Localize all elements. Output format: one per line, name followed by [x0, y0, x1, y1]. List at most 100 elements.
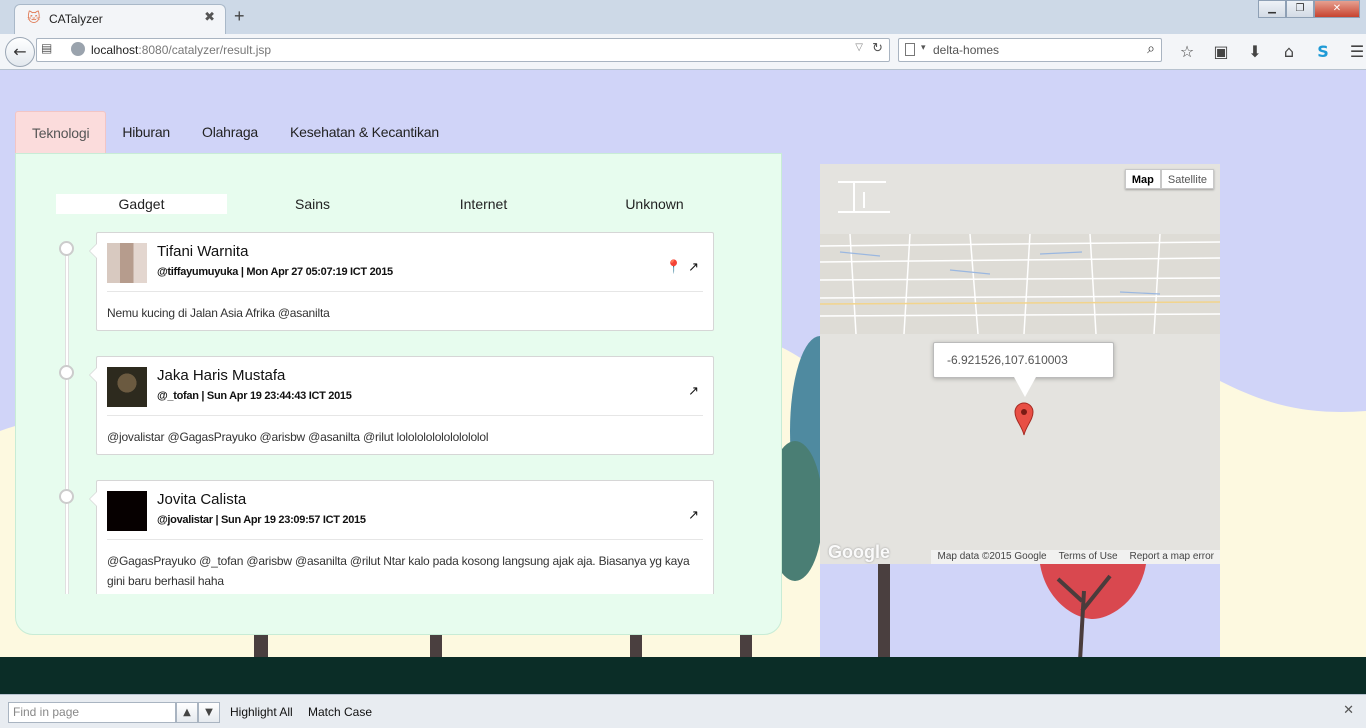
highlight-all-toggle[interactable]: Highlight All: [230, 705, 293, 719]
map-type-satellite-button[interactable]: Satellite: [1160, 169, 1214, 189]
tab-teknologi[interactable]: Teknologi: [15, 111, 107, 153]
avatar[interactable]: [107, 243, 147, 283]
browser-titlebar: 🐱 CATalyzer ✖ + ▁ ❐ ✕: [0, 0, 1366, 34]
google-logo[interactable]: Google: [828, 542, 890, 563]
divider: [107, 539, 703, 540]
external-link-icon[interactable]: ↗: [688, 384, 699, 399]
window-controls: ▁ ❐ ✕: [1258, 0, 1360, 20]
url-text[interactable]: localhost:8080/catalyzer/result.jsp: [91, 43, 271, 57]
search-icon[interactable]: ⌕: [1147, 41, 1155, 57]
tab-title: CATalyzer: [49, 12, 103, 26]
tweet-pointer: [89, 367, 97, 383]
maximize-button[interactable]: ❐: [1286, 0, 1314, 18]
external-link-icon[interactable]: ↗: [688, 260, 699, 275]
tab-hiburan[interactable]: Hiburan: [106, 111, 186, 153]
external-link-icon[interactable]: ↗: [688, 508, 699, 523]
map-attribution: Map data ©2015 Google Terms of Use Repor…: [931, 550, 1220, 564]
back-button[interactable]: ←: [5, 37, 35, 67]
tweet-card: Jaka Haris Mustafa @_tofan | Sun Apr 19 …: [59, 356, 714, 455]
reading-list-icon[interactable]: ▣: [1204, 40, 1238, 64]
tweet-text: @GagasPrayuko @_tofan @arisbw @asanilta …: [107, 554, 690, 588]
tweet-meta: @tiffayumuyuka | Mon Apr 27 05:07:19 ICT…: [157, 266, 393, 278]
home-icon[interactable]: ⌂: [1272, 40, 1306, 64]
web-page: Teknologi Hiburan Olahraga Kesehatan & K…: [0, 71, 1366, 694]
tab-kesehatan-kecantikan[interactable]: Kesehatan & Kecantikan: [274, 111, 455, 153]
globe-icon: [71, 42, 85, 56]
ground-strip: [0, 657, 1366, 694]
tweet-card: Jovita Calista @jovalistar | Sun Apr 19 …: [59, 480, 714, 594]
location-pin-icon[interactable]: 📍: [666, 260, 682, 275]
tweet-card: Tifani Warnita @tiffayumuyuka | Mon Apr …: [59, 232, 714, 331]
timeline-dot: [59, 365, 74, 380]
close-window-button[interactable]: ✕: [1314, 0, 1360, 18]
reload-icon[interactable]: ↻: [872, 41, 883, 56]
browser-navbar: ← ▤ localhost:8080/catalyzer/result.jsp …: [0, 34, 1366, 70]
back-arrow-icon: ←: [13, 42, 27, 61]
find-next-button[interactable]: ▼: [198, 702, 220, 723]
divider: [107, 415, 703, 416]
url-bar[interactable]: ▤ localhost:8080/catalyzer/result.jsp ▽ …: [36, 38, 890, 62]
search-engine-icon[interactable]: [905, 43, 915, 56]
map-data-credit: Map data ©2015 Google: [937, 551, 1047, 562]
tweet-author-name: Jaka Haris Mustafa: [157, 367, 286, 384]
bookmark-star-icon[interactable]: ☆: [1170, 40, 1204, 64]
minimize-button[interactable]: ▁: [1258, 0, 1286, 18]
sub-tabs: Gadget Sains Internet Unknown: [56, 194, 740, 214]
tweet-actions: ↗: [688, 384, 699, 399]
subtab-gadget[interactable]: Gadget: [56, 194, 227, 214]
cat-favicon-icon: 🐱: [27, 11, 41, 26]
tweet-text: Nemu kucing di Jalan Asia Afrika @asanil…: [107, 306, 330, 320]
menu-icon[interactable]: ☰: [1340, 40, 1366, 64]
tab-close-icon[interactable]: ✖: [204, 10, 215, 25]
library-icon[interactable]: ▤: [41, 41, 52, 55]
subtab-unknown[interactable]: Unknown: [569, 194, 740, 214]
tweet-author-name: Jovita Calista: [157, 491, 247, 508]
browser-tab[interactable]: 🐱 CATalyzer ✖: [14, 4, 226, 34]
map-footer: Google Map data ©2015 Google Terms of Us…: [820, 542, 1220, 564]
tweet-pointer: [89, 491, 97, 507]
map-info-window-tail: [1014, 377, 1036, 397]
map-building-outline: [838, 181, 890, 213]
search-engine-dropdown-icon[interactable]: ▾: [921, 43, 926, 53]
match-case-toggle[interactable]: Match Case: [308, 705, 372, 719]
find-bar: Find in page ▲ ▼ Highlight All Match Cas…: [0, 694, 1366, 728]
subtab-sains[interactable]: Sains: [227, 194, 398, 214]
map-info-window: -6.921526,107.610003: [933, 342, 1114, 378]
divider: [107, 291, 703, 292]
search-bar[interactable]: ▾ delta-homes ⌕: [898, 38, 1162, 62]
tweet-text: @jovalistar @GagasPrayuko @arisbw @asani…: [107, 430, 489, 444]
map-marker-icon[interactable]: [1014, 402, 1034, 436]
chevron-down-icon: ▼: [205, 707, 213, 718]
map-streets: [820, 234, 1220, 334]
map-type-map-button[interactable]: Map: [1124, 169, 1161, 189]
url-dropdown-icon[interactable]: ▽: [855, 42, 863, 53]
timeline-dot: [59, 241, 74, 256]
subtab-internet[interactable]: Internet: [398, 194, 569, 214]
category-tabs: Teknologi Hiburan Olahraga Kesehatan & K…: [15, 111, 455, 153]
tweet-pointer: [89, 243, 97, 259]
chevron-up-icon: ▲: [183, 707, 191, 718]
download-icon[interactable]: ⬇: [1238, 40, 1272, 64]
search-input[interactable]: delta-homes: [933, 43, 999, 57]
map-widget[interactable]: Map Satellite -6.921526,107.610003 Googl…: [820, 164, 1220, 564]
report-map-error-link[interactable]: Report a map error: [1124, 550, 1220, 564]
find-previous-button[interactable]: ▲: [176, 702, 198, 723]
find-input[interactable]: Find in page: [8, 702, 176, 723]
url-host: localhost: [91, 43, 139, 57]
new-tab-button[interactable]: +: [234, 6, 245, 27]
avatar[interactable]: [107, 491, 147, 531]
content-card: Gadget Sains Internet Unknown Tifani War…: [15, 153, 782, 635]
tweet-actions: 📍 ↗: [666, 260, 699, 275]
tab-olahraga[interactable]: Olahraga: [186, 111, 274, 153]
timeline-line: [65, 242, 69, 594]
toolbar-icons: ☆ ▣ ⬇ ⌂ S ☰: [1170, 40, 1366, 64]
skype-icon[interactable]: S: [1306, 40, 1340, 64]
tweet-meta: @_tofan | Sun Apr 19 23:44:43 ICT 2015: [157, 390, 352, 402]
avatar[interactable]: [107, 367, 147, 407]
timeline-dot: [59, 489, 74, 504]
terms-of-use-link[interactable]: Terms of Use: [1053, 550, 1124, 564]
tweet-timeline[interactable]: Tifani Warnita @tiffayumuyuka | Mon Apr …: [56, 232, 742, 594]
tweet-actions: ↗: [688, 508, 699, 523]
tweet-author-name: Tifani Warnita: [157, 243, 249, 260]
close-find-bar-icon[interactable]: ✕: [1343, 703, 1354, 718]
